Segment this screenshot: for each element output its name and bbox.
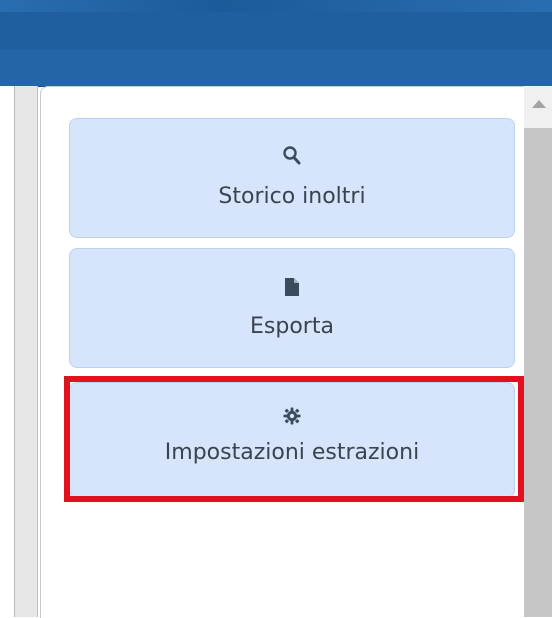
top-strip-texture [0, 0, 552, 12]
vertical-scrollbar[interactable] [524, 86, 552, 617]
window-top-strip [0, 0, 552, 50]
impostazioni-estrazioni-button[interactable]: Impostazioni estrazioni [69, 382, 515, 498]
gear-icon [70, 407, 514, 430]
impostazioni-estrazioni-label: Impostazioni estrazioni [164, 440, 420, 465]
scroll-up-arrow-icon[interactable] [532, 100, 546, 108]
left-rail [15, 86, 38, 617]
left-gutter [0, 86, 15, 617]
esporta-label: Esporta [250, 314, 334, 339]
scroll-thumb[interactable] [524, 128, 552, 617]
esporta-button[interactable]: Esporta [69, 248, 515, 368]
storico-inoltri-label: Storico inoltri [218, 184, 366, 209]
search-icon [70, 145, 514, 172]
header-bar [0, 50, 552, 87]
storico-inoltri-button[interactable]: Storico inoltri [69, 118, 515, 238]
file-icon [70, 277, 514, 302]
